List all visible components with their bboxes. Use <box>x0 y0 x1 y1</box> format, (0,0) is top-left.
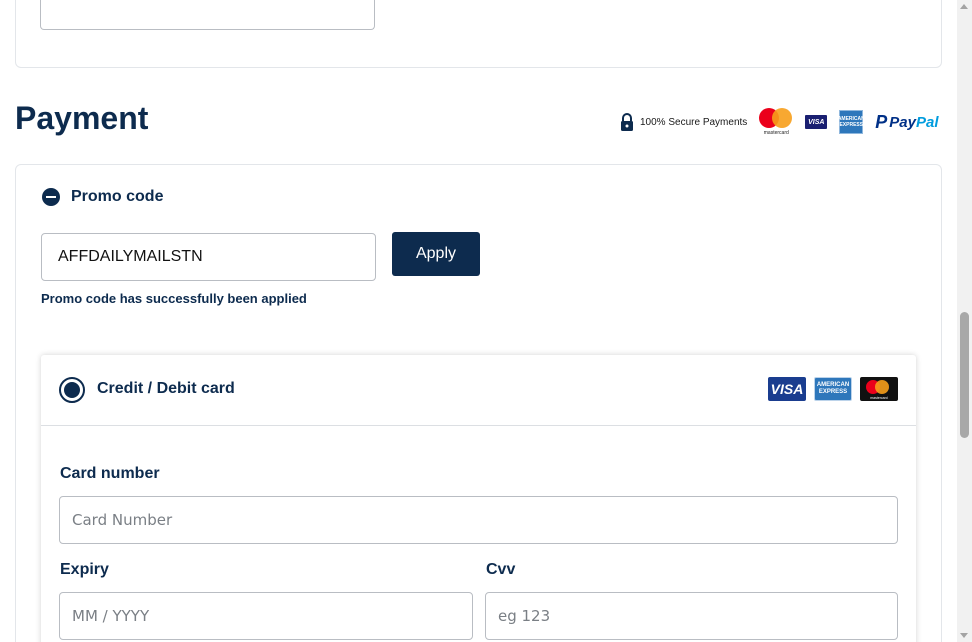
page-title: Payment <box>15 100 149 136</box>
amex-logo-icon: AMERICAN EXPRESS <box>814 377 852 401</box>
secure-payments-text: 100% Secure Payments <box>640 116 748 128</box>
scroll-down-icon[interactable] <box>960 633 968 638</box>
visa-logo-icon: VISA <box>768 377 806 401</box>
page-scrollbar[interactable] <box>957 0 972 642</box>
card-payment-label: Credit / Debit card <box>97 380 235 397</box>
paypal-icon: P PayPal <box>875 111 939 132</box>
amex-icon: AMERICAN EXPRESS <box>838 110 865 134</box>
promo-code-toggle[interactable]: Promo code <box>42 188 163 206</box>
minus-circle-icon[interactable] <box>42 188 60 206</box>
cvv-label: Cvv <box>486 561 516 578</box>
promo-code-label: Promo code <box>71 188 164 205</box>
card-number-input[interactable] <box>59 496 898 544</box>
apply-button[interactable]: Apply <box>392 232 480 276</box>
card-payment-radio[interactable] <box>59 377 85 403</box>
mastercard-icon: mastercard <box>759 108 793 136</box>
radio-selected-dot <box>64 382 80 398</box>
card-brand-logos: VISA AMERICAN EXPRESS mastercard <box>768 377 898 401</box>
secure-payments-bar: 100% Secure Payments mastercard VISA AME… <box>620 108 939 136</box>
card-payment-header[interactable]: Credit / Debit card VISA AMERICAN EXPRES… <box>41 355 916 426</box>
card-payment-panel: Credit / Debit card VISA AMERICAN EXPRES… <box>41 355 916 642</box>
scrollbar-thumb[interactable] <box>960 312 969 438</box>
card-number-label: Card number <box>60 465 160 482</box>
cvv-input[interactable] <box>485 592 898 640</box>
scroll-up-icon[interactable] <box>960 4 968 9</box>
lock-icon <box>621 113 633 131</box>
promo-code-input[interactable] <box>41 233 376 281</box>
mastercard-logo-icon: mastercard <box>860 377 898 401</box>
expiry-label: Expiry <box>60 561 109 578</box>
expiry-input[interactable] <box>59 592 473 640</box>
promo-success-message: Promo code has successfully been applied <box>41 291 307 306</box>
previous-section-input[interactable] <box>40 0 375 30</box>
visa-icon: VISA <box>805 115 828 129</box>
